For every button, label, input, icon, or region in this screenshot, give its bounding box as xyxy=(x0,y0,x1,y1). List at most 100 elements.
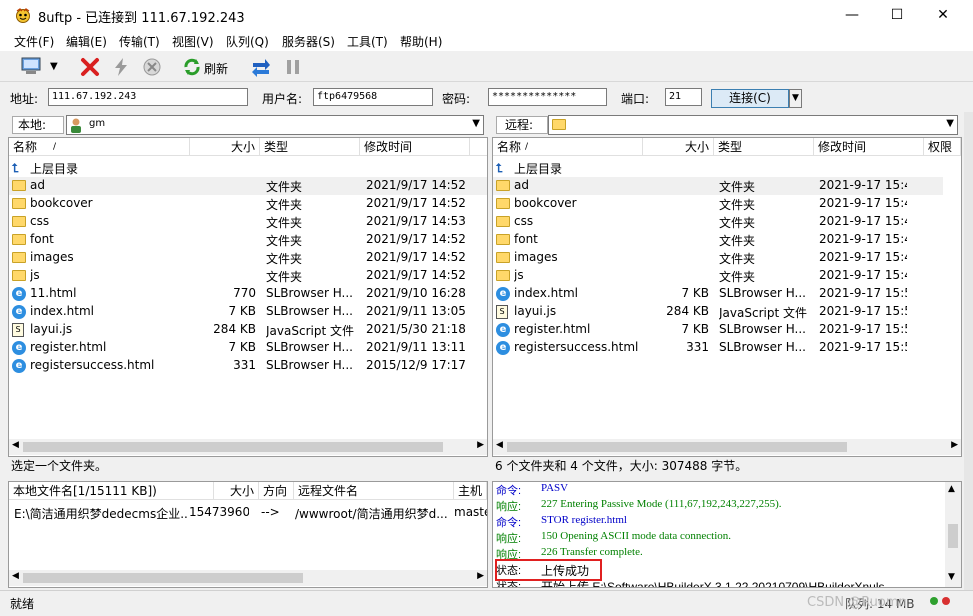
file-name: css xyxy=(514,214,534,228)
quick-connect-button[interactable] xyxy=(110,56,132,78)
log-text: STOR register.html xyxy=(541,514,627,526)
local-col-size[interactable]: 大小 xyxy=(190,138,260,156)
file-row[interactable]: e register.html 7 KB SLBrowser H... 2021/9/1… xyxy=(9,339,487,357)
pause-button[interactable] xyxy=(284,56,302,78)
queue-col-direction[interactable]: 方向 xyxy=(259,482,294,500)
queue-col-host[interactable]: 主机 xyxy=(454,482,487,500)
window-title: 8uftp - 已连接到 111.67.192.243 xyxy=(38,11,245,26)
file-mtime: 2021/9/10 16:28 xyxy=(366,286,466,300)
log-vscrollbar[interactable]: ▲ ▼ xyxy=(945,482,961,587)
remote-col-name[interactable]: 名称 / xyxy=(493,138,643,156)
file-row[interactable]: font 文件夹 2021/9/17 14:52 xyxy=(9,231,487,249)
log-vscroll-thumb[interactable] xyxy=(948,524,958,548)
close-button[interactable]: ✕ xyxy=(920,0,966,31)
remote-col-size[interactable]: 大小 xyxy=(643,138,714,156)
queue-local-file: E:\简洁通用织梦dedecms企业... xyxy=(14,507,189,521)
queue-col-local[interactable]: 本地文件名[1/15111 KB]) xyxy=(9,482,214,500)
file-row[interactable]: images 文件夹 2021-9-17 15:4 xyxy=(493,249,943,267)
log-text: 150 Opening ASCII mode data connection. xyxy=(541,530,732,542)
window-edge xyxy=(964,112,973,590)
parent-dir-row[interactable]: ⮤ 上层目录 xyxy=(493,159,943,177)
file-type: 文件夹 xyxy=(266,180,303,194)
file-row[interactable]: e index.html 7 KB SLBrowser H... 2021/9/11 1… xyxy=(9,303,487,321)
menu-help[interactable]: 帮助(H) xyxy=(400,33,442,50)
queue-list[interactable]: 本地文件名[1/15111 KB]) 大小 方向 远程文件名 主机 E:\简洁通… xyxy=(8,481,488,588)
file-row[interactable]: bookcover 文件夹 2021-9-17 15:4 xyxy=(493,195,943,213)
file-row[interactable]: bookcover 文件夹 2021/9/17 14:52 xyxy=(9,195,487,213)
file-row[interactable]: font 文件夹 2021-9-17 15:4 xyxy=(493,231,943,249)
file-row[interactable]: js 文件夹 2021/9/17 14:52 xyxy=(9,267,487,285)
close-icon: ✕ xyxy=(937,7,949,23)
remote-hscroll-thumb[interactable] xyxy=(507,442,847,452)
password-label: 密码: xyxy=(442,92,471,106)
file-type: SLBrowser H... xyxy=(719,322,806,336)
menu-view[interactable]: 视图(V) xyxy=(172,33,214,50)
remote-col-perm[interactable]: 权限 xyxy=(924,138,961,156)
menu-tools[interactable]: 工具(T) xyxy=(347,33,388,50)
queue-row[interactable]: E:\简洁通用织梦dedecms企业... 15473960 --> /wwwr… xyxy=(9,504,487,522)
menu-edit[interactable]: 编辑(E) xyxy=(66,33,107,50)
log-line: 响应: 227 Entering Passive Mode (111,67,192… xyxy=(493,497,943,513)
log-text: 227 Entering Passive Mode (111,67,192,24… xyxy=(541,498,782,510)
menu-server[interactable]: 服务器(S) xyxy=(282,33,335,50)
folder-icon xyxy=(496,180,510,191)
queue-col-size[interactable]: 大小 xyxy=(214,482,259,500)
file-row[interactable]: e register.html 7 KB SLBrowser H... 2021-9-1… xyxy=(493,321,943,339)
local-col-name[interactable]: 名称 / xyxy=(9,138,190,156)
menu-bar: 文件(F) 编辑(E) 传输(T) 视图(V) 队列(Q) 服务器(S) 工具(… xyxy=(0,31,973,51)
queue-col-remote[interactable]: 远程文件名 xyxy=(294,482,454,500)
queue-hscrollbar[interactable]: ◀ ▶ xyxy=(9,570,487,586)
queue-hscroll-thumb[interactable] xyxy=(23,573,303,583)
file-row[interactable]: ad 文件夹 2021/9/17 14:52 xyxy=(9,177,487,195)
menu-transfer[interactable]: 传输(T) xyxy=(119,33,160,50)
connect-button[interactable]: 连接(C) xyxy=(711,89,789,108)
file-row[interactable]: css 文件夹 2021/9/17 14:53 xyxy=(9,213,487,231)
maximize-button[interactable]: ☐ xyxy=(874,0,920,31)
port-input[interactable]: 21 xyxy=(665,88,702,106)
remote-col-mtime[interactable]: 修改时间 xyxy=(814,138,924,156)
file-row[interactable]: e 11.html 770 SLBrowser H... 2021/9/10 16:28 xyxy=(9,285,487,303)
local-file-list[interactable]: 名称 / 大小 类型 修改时间 ⮤ 上层目录 ad 文件夹 2021/9/17 14:52… xyxy=(8,137,488,457)
log-panel[interactable]: 命令: PASV 响应: 227 Entering Passive Mode (111… xyxy=(492,481,962,588)
file-size: 770 xyxy=(233,286,256,300)
local-path-combobox[interactable]: gm ▼ xyxy=(66,115,484,135)
file-name: registersuccess.html xyxy=(30,358,155,372)
file-mtime: 2021/9/11 13:05 xyxy=(366,304,466,318)
remote-file-list[interactable]: 名称 / 大小 类型 修改时间 权限 ⮤ 上层目录 ad 文件夹 2021-9-17 15… xyxy=(492,137,962,457)
local-col-type[interactable]: 类型 xyxy=(260,138,360,156)
file-row[interactable]: e registersuccess.html 331 SLBrowser H... 20… xyxy=(9,357,487,375)
local-hscroll-thumb[interactable] xyxy=(23,442,443,452)
file-name: register.html xyxy=(514,322,591,336)
stop-button[interactable] xyxy=(141,56,163,78)
parent-dir-row[interactable]: ⮤ 上层目录 xyxy=(9,159,487,177)
remote-col-type[interactable]: 类型 xyxy=(714,138,814,156)
connect-dropdown-chevron-icon[interactable]: ▼ xyxy=(789,89,802,108)
remote-path-combobox[interactable]: ▼ xyxy=(548,115,958,135)
remote-hscrollbar[interactable]: ◀ ▶ xyxy=(493,439,961,455)
menu-file[interactable]: 文件(F) xyxy=(14,33,54,50)
user-icon xyxy=(71,118,81,133)
local-col-mtime[interactable]: 修改时间 xyxy=(360,138,470,156)
file-row[interactable]: e registersuccess.html 331 SLBrowser H... 20… xyxy=(493,339,943,357)
password-input[interactable]: ************** xyxy=(488,88,607,106)
transfer-queue-button[interactable] xyxy=(250,56,272,78)
file-row[interactable]: css 文件夹 2021-9-17 15:4 xyxy=(493,213,943,231)
file-row[interactable]: e index.html 7 KB SLBrowser H... 2021-9-17 1… xyxy=(493,285,943,303)
file-row[interactable]: ad 文件夹 2021-9-17 15:4 xyxy=(493,177,943,195)
file-row[interactable]: images 文件夹 2021/9/17 14:52 xyxy=(9,249,487,267)
menu-queue[interactable]: 队列(Q) xyxy=(226,33,269,50)
file-mtime: 2021/9/11 13:11 xyxy=(366,340,466,354)
file-row[interactable]: Slayui.js 284 KB JavaScript 文件 2021-9-17 15… xyxy=(493,303,943,321)
username-input[interactable]: ftp6479568 xyxy=(313,88,433,106)
file-mtime: 2021-9-17 15:4 xyxy=(819,250,907,264)
disconnect-button[interactable] xyxy=(79,56,101,78)
local-hscrollbar[interactable]: ◀ ▶ xyxy=(9,439,487,455)
queue-size: 15473960 xyxy=(189,505,249,519)
file-row[interactable]: js 文件夹 2021-9-17 15:4 xyxy=(493,267,943,285)
file-row[interactable]: Slayui.js 284 KB JavaScript 文件 2021/5/30 21… xyxy=(9,321,487,339)
site-manager-button[interactable] xyxy=(20,56,44,78)
refresh-button[interactable]: 刷新 xyxy=(182,56,234,78)
address-input[interactable]: 111.67.192.243 xyxy=(48,88,248,106)
minimize-button[interactable]: — xyxy=(829,0,875,31)
chevron-down-icon[interactable]: ▼ xyxy=(50,56,64,78)
